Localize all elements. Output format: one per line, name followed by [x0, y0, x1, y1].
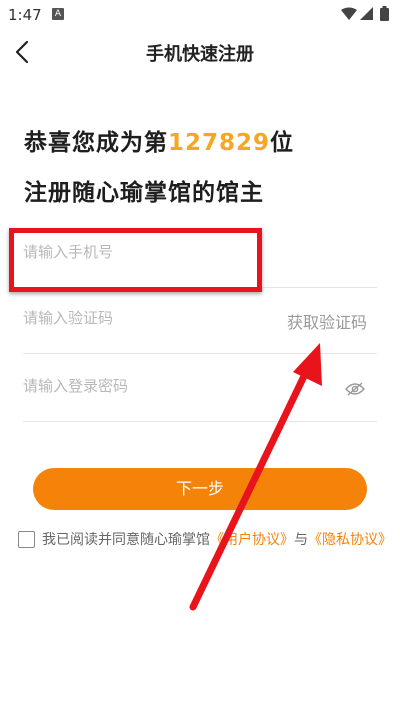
- headline-prefix: 恭喜您成为第: [24, 130, 168, 156]
- signal-icon: [360, 7, 373, 20]
- annotation-highlight-box: [9, 228, 262, 292]
- privacy-agreement-link[interactable]: 《隐私协议》: [308, 532, 392, 548]
- password-input[interactable]: [23, 371, 273, 401]
- code-field: 获取验证码: [23, 287, 377, 354]
- verification-code-input[interactable]: [23, 303, 273, 333]
- status-time: 1:47: [8, 6, 42, 24]
- wifi-icon: [341, 7, 357, 20]
- headline-line-2: 注册随心瑜掌馆的馆主: [24, 180, 264, 206]
- member-number: 127829: [168, 130, 271, 156]
- password-field: [23, 355, 377, 422]
- notification-icon: A: [52, 8, 64, 20]
- agreement-checkbox[interactable]: [18, 531, 35, 548]
- agreement-conjunction: 与: [294, 532, 308, 548]
- nav-bar: 手机快速注册: [0, 30, 400, 74]
- status-bar: 1:47 A: [0, 0, 400, 30]
- headline-line-1: 恭喜您成为第127829位: [24, 123, 294, 157]
- eye-off-icon[interactable]: [345, 382, 365, 396]
- battery-icon: [380, 6, 389, 21]
- headline-suffix: 位: [270, 130, 295, 156]
- agreement-text: 我已阅读并同意随心瑜掌馆《用户协议》与《隐私协议》: [42, 528, 392, 552]
- get-code-button[interactable]: 获取验证码: [287, 309, 367, 333]
- agreement-prefix: 我已阅读并同意随心瑜掌馆: [42, 532, 210, 548]
- page-title: 手机快速注册: [146, 44, 254, 65]
- user-agreement-link[interactable]: 《用户协议》: [210, 532, 294, 548]
- next-step-button[interactable]: 下一步: [33, 468, 367, 510]
